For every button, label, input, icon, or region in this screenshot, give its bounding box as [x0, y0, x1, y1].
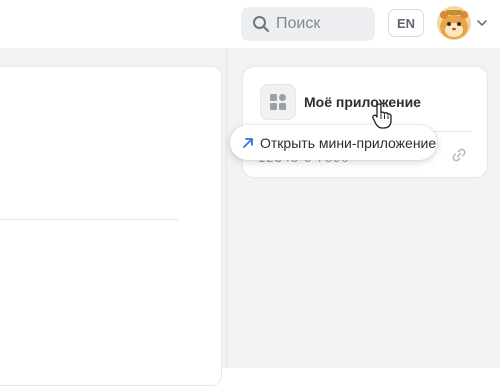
app-icon[interactable]	[260, 84, 296, 120]
panel-separator	[226, 48, 227, 368]
open-mini-app-tooltip[interactable]: Открыть мини-приложение	[230, 125, 437, 160]
hamster-avatar-icon	[437, 6, 471, 40]
top-bar: Поиск EN	[0, 0, 500, 48]
app-name[interactable]: Моё приложение	[304, 94, 421, 110]
divider	[0, 219, 178, 220]
search-icon	[253, 16, 270, 33]
open-mini-app-label[interactable]: Открыть мини-приложение	[260, 135, 436, 151]
link-icon[interactable]	[450, 146, 468, 164]
chevron-down-icon[interactable]	[477, 18, 487, 28]
search-input[interactable]: Поиск	[276, 15, 320, 33]
hand-cursor-icon	[372, 103, 392, 129]
arrow-up-right-icon	[243, 137, 253, 148]
search-box[interactable]: Поиск	[241, 7, 375, 41]
left-panel	[0, 66, 222, 386]
avatar[interactable]	[437, 6, 471, 40]
language-switch[interactable]: EN	[388, 9, 424, 37]
grid-icon	[270, 94, 286, 110]
